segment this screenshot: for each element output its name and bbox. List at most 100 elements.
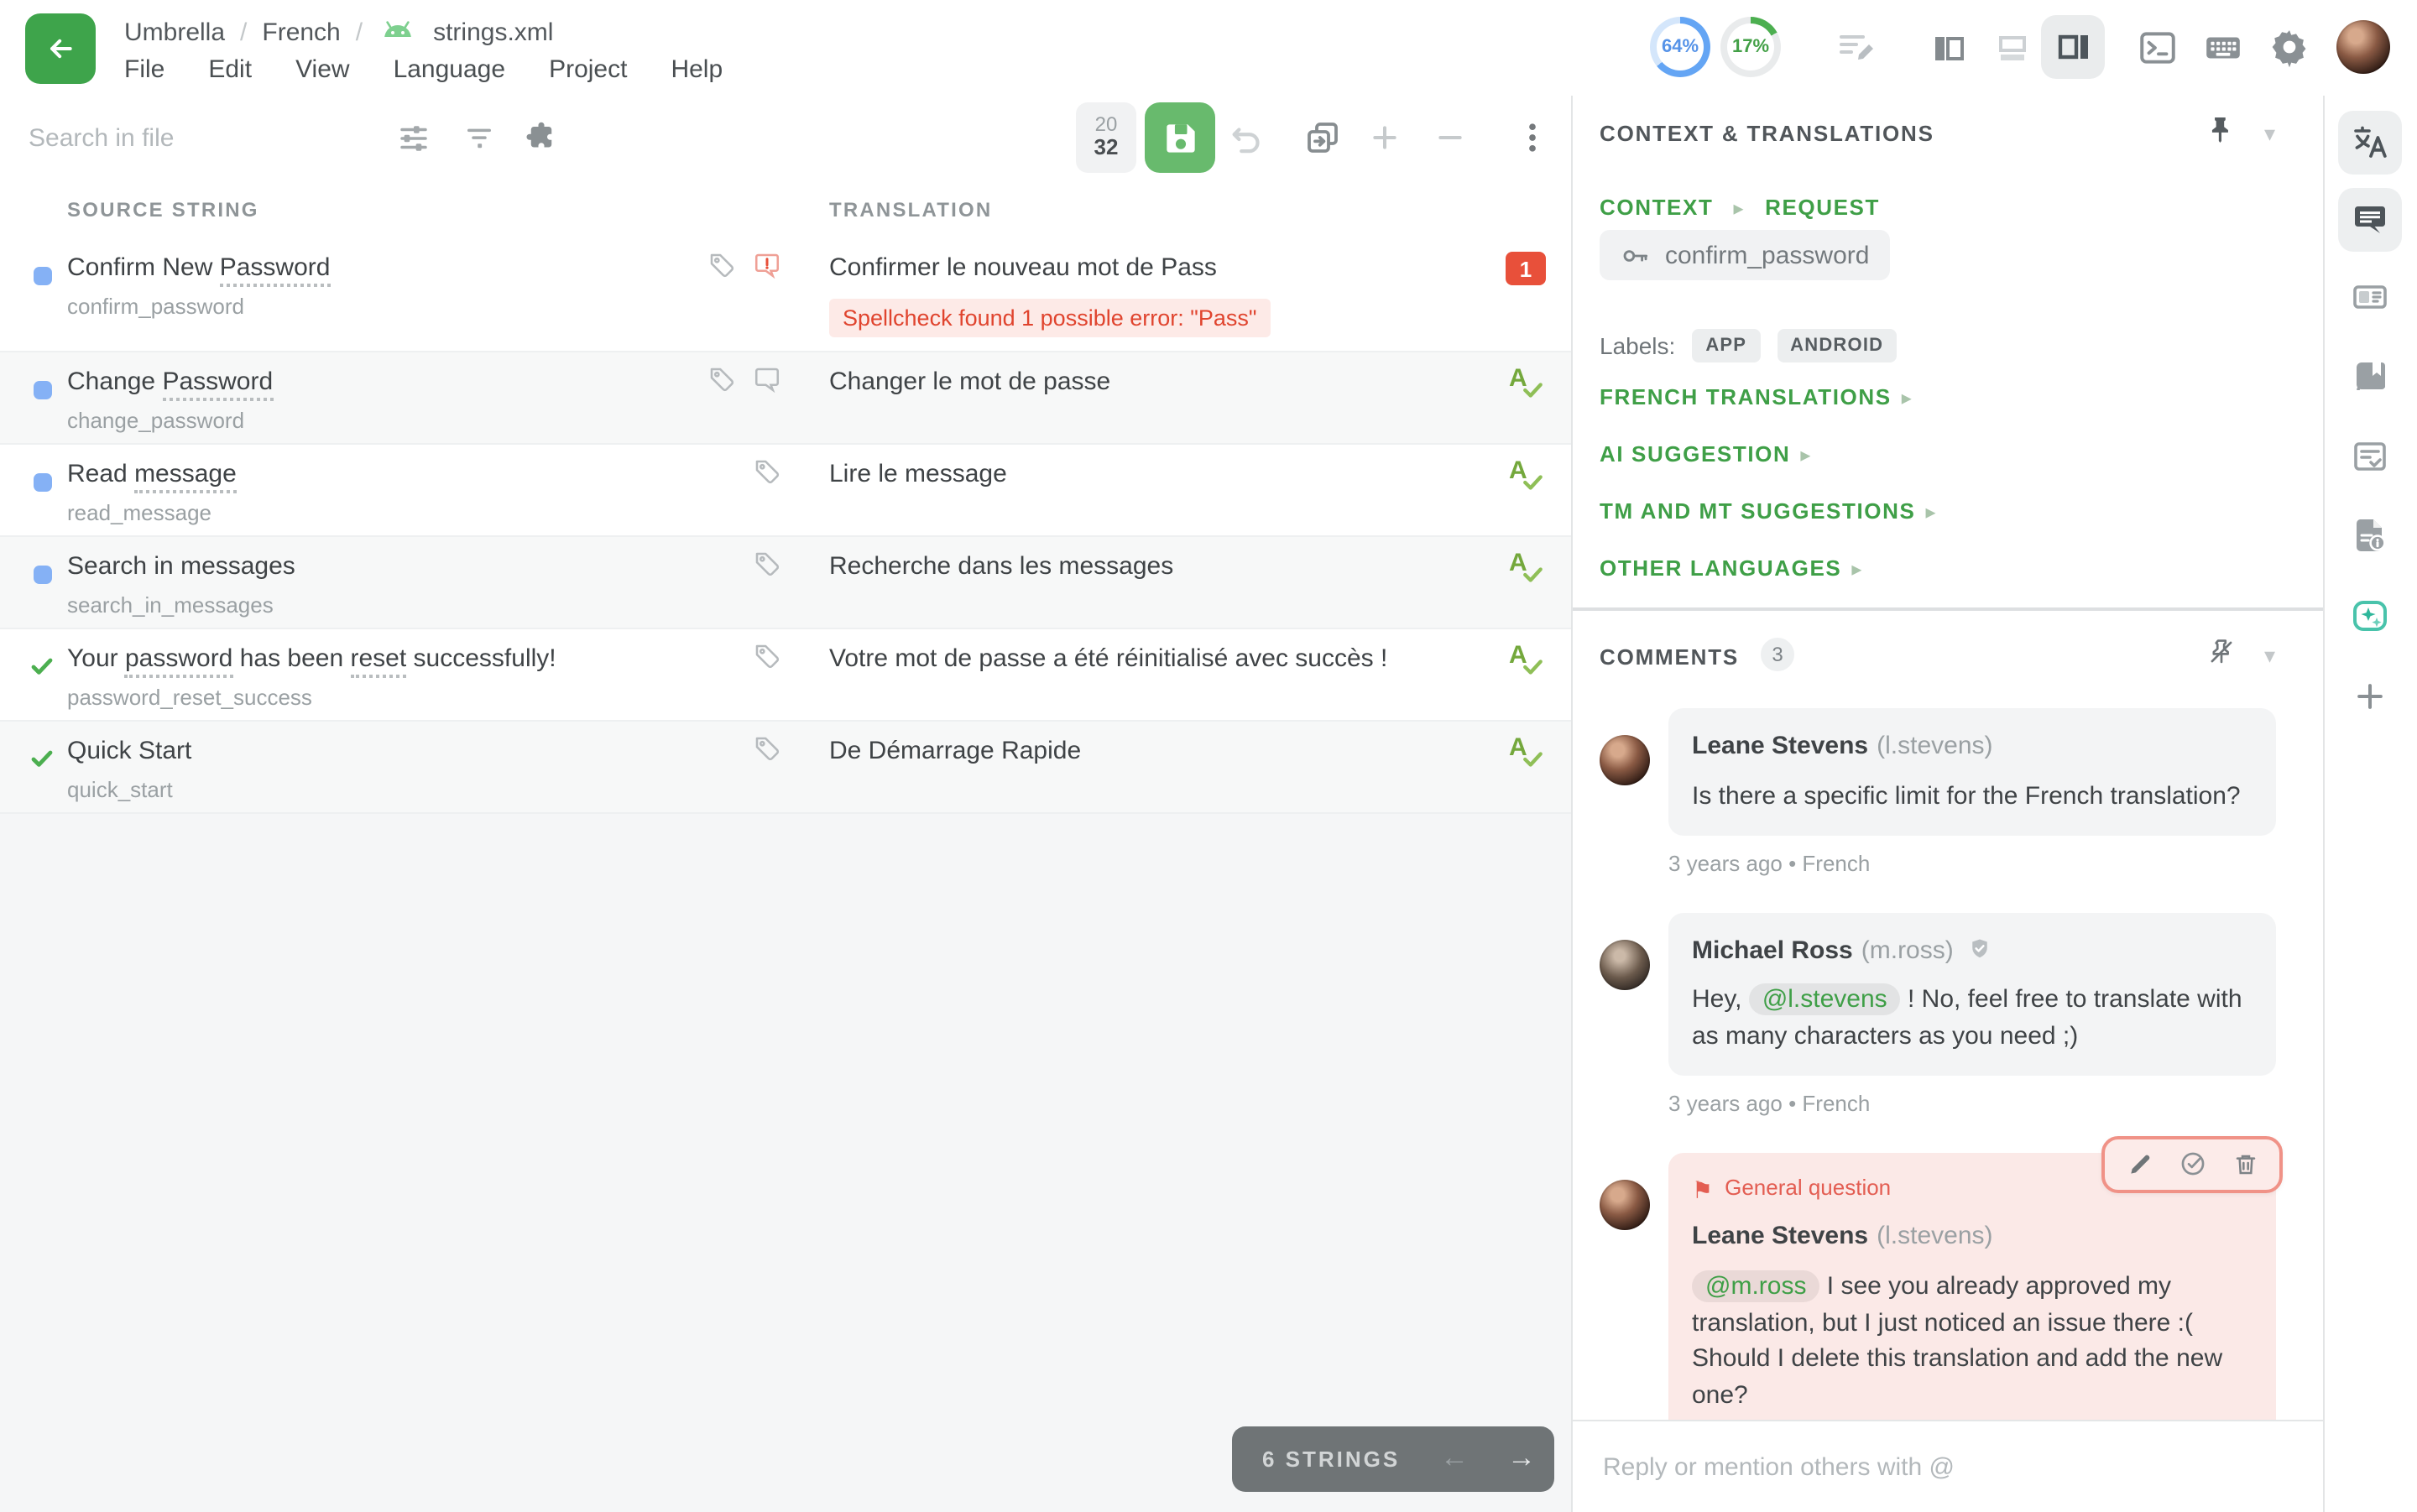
context-translations-panel: CONTEXT & TRANSLATIONS ▾ CONTEXT ▸ REQUE… xyxy=(1571,96,2325,1512)
menu-language[interactable]: Language xyxy=(394,55,506,84)
console-button[interactable] xyxy=(2137,27,2179,69)
translation-text: Votre mot de passe a été réinitialisé av… xyxy=(829,644,1387,673)
approved-check-icon: A xyxy=(1509,364,1546,401)
mention-pill[interactable]: @m.ross xyxy=(1692,1270,1819,1302)
strings-count-label: 6 STRINGS xyxy=(1262,1447,1400,1472)
list-check-icon xyxy=(2350,436,2390,477)
comment-icon xyxy=(2350,200,2390,240)
breadcrumb-project[interactable]: Umbrella xyxy=(124,18,225,46)
translated-progress-ring[interactable]: 64% xyxy=(1650,17,1710,77)
previous-page-button[interactable]: ← xyxy=(1430,1440,1479,1477)
rail-context-card-button[interactable] xyxy=(2338,265,2402,329)
tag-icon[interactable] xyxy=(707,250,737,280)
string-row-confirm-password[interactable]: Confirm New Password confirm_password Co… xyxy=(0,238,1571,352)
comment-bubble-icon[interactable] xyxy=(752,364,782,394)
mention-pill[interactable]: @l.stevens xyxy=(1749,984,1901,1016)
collapse-panel-button[interactable]: ▾ xyxy=(2264,121,2275,148)
section-label: OTHER LANGUAGES xyxy=(1600,555,1841,581)
layout-left-panel-toggle[interactable] xyxy=(1929,29,1969,69)
approved-progress-value: 17% xyxy=(1732,37,1769,57)
plus-icon xyxy=(1368,121,1402,154)
collapse-comments-button[interactable]: ▾ xyxy=(2264,643,2275,670)
menu-project[interactable]: Project xyxy=(549,55,627,84)
translation-text: De Démarrage Rapide xyxy=(829,737,1081,765)
rail-ai-button[interactable] xyxy=(2338,584,2402,648)
tag-icon[interactable] xyxy=(752,733,782,764)
layout-bottom-panel-toggle[interactable] xyxy=(1992,29,2033,69)
string-row-read-message[interactable]: Read message read_message Lire le messag… xyxy=(0,445,1571,537)
advanced-filter-button[interactable] xyxy=(396,121,431,156)
string-row-quick-start[interactable]: Quick Start quick_start De Démarrage Rap… xyxy=(0,722,1571,814)
tag-icon[interactable] xyxy=(752,456,782,487)
label-chip-android[interactable]: ANDROID xyxy=(1777,329,1897,362)
issue-comment-icon[interactable] xyxy=(752,250,782,280)
resolve-comment-button[interactable] xyxy=(2178,1150,2206,1179)
chevron-right-icon: ▸ xyxy=(1851,557,1863,581)
string-position-counter[interactable]: 20 32 xyxy=(1076,102,1136,173)
unpin-comments-button[interactable] xyxy=(2206,636,2237,668)
delete-comment-button[interactable] xyxy=(2232,1151,2258,1178)
rail-comments-button[interactable] xyxy=(2338,188,2402,252)
keyboard-shortcuts-button[interactable] xyxy=(2202,27,2244,69)
rail-file-info-button[interactable] xyxy=(2338,503,2402,567)
tag-icon[interactable] xyxy=(707,364,737,394)
layout-right-panel-toggle[interactable] xyxy=(2041,15,2105,79)
chevron-right-icon: ▸ xyxy=(1925,500,1937,524)
string-row-change-password[interactable]: Change Password change_password Changer … xyxy=(0,352,1571,445)
menu-view[interactable]: View xyxy=(295,55,350,84)
user-avatar[interactable] xyxy=(2336,20,2390,74)
search-input[interactable] xyxy=(25,96,368,180)
translated-status-icon xyxy=(34,473,52,492)
menu-help[interactable]: Help xyxy=(671,55,723,84)
sort-filter-button[interactable] xyxy=(462,121,497,156)
undo-button[interactable] xyxy=(1227,119,1266,158)
next-page-button[interactable]: → xyxy=(1497,1440,1546,1477)
label-chip-app[interactable]: APP xyxy=(1692,329,1760,362)
rail-translations-button[interactable] xyxy=(2338,111,2402,175)
tab-request[interactable]: REQUEST xyxy=(1765,195,1880,220)
pin-panel-button[interactable] xyxy=(2206,114,2237,146)
string-key-chip[interactable]: confirm_password xyxy=(1600,230,1889,280)
back-button[interactable] xyxy=(25,13,96,84)
rail-approvals-button[interactable] xyxy=(2338,425,2402,488)
tab-context[interactable]: CONTEXT xyxy=(1600,195,1713,220)
add-string-button[interactable] xyxy=(1368,121,1402,154)
more-menu-button[interactable] xyxy=(1514,119,1551,156)
section-tm-mt-suggestions[interactable]: TM AND MT SUGGESTIONS▸ xyxy=(1600,498,1937,524)
plugins-button[interactable] xyxy=(524,121,559,156)
section-other-languages[interactable]: OTHER LANGUAGES ▸ xyxy=(1600,555,1863,581)
panel-divider xyxy=(1573,607,2323,611)
edit-comment-button[interactable] xyxy=(2126,1151,2153,1178)
tag-icon[interactable] xyxy=(752,641,782,671)
section-french-translations[interactable]: FRENCH TRANSLATIONS▸ xyxy=(1600,384,1913,409)
copy-source-button[interactable] xyxy=(1302,117,1343,158)
notes-editor-button[interactable] xyxy=(1836,27,1877,67)
breadcrumb-separator: / xyxy=(356,18,363,46)
string-row-search-in-messages[interactable]: Search in messages search_in_messages Re… xyxy=(0,537,1571,629)
issues-count-badge: 1 xyxy=(1506,252,1546,285)
android-icon xyxy=(378,18,418,46)
tag-icon[interactable] xyxy=(752,549,782,579)
approved-progress-ring[interactable]: 17% xyxy=(1720,17,1781,77)
rail-add-panel-button[interactable] xyxy=(2338,665,2402,728)
menu-edit[interactable]: Edit xyxy=(208,55,252,84)
source-text: Your password has been reset successfull… xyxy=(67,644,556,673)
strings-toolbar: 20 32 xyxy=(0,96,1571,181)
labels-row: Labels: APP ANDROID xyxy=(1600,329,1897,362)
done-status-check-icon xyxy=(29,745,55,772)
remove-string-button[interactable] xyxy=(1433,121,1467,154)
menu-file[interactable]: File xyxy=(124,55,164,84)
settings-button[interactable] xyxy=(2268,25,2311,69)
chevron-right-icon: ▸ xyxy=(1733,196,1745,219)
card-info-icon xyxy=(2350,277,2390,317)
comment-author: Leane Stevens xyxy=(1692,1222,1868,1250)
section-label: FRENCH TRANSLATIONS xyxy=(1600,384,1892,409)
section-ai-suggestion[interactable]: AI SUGGESTION▸ xyxy=(1600,441,1812,467)
string-row-password-reset-success[interactable]: Your password has been reset successfull… xyxy=(0,629,1571,722)
translate-icon xyxy=(2350,123,2390,163)
breadcrumb-language[interactable]: French xyxy=(262,18,340,46)
rail-glossary-button[interactable] xyxy=(2338,346,2402,409)
breadcrumb-file[interactable]: strings.xml xyxy=(433,18,553,46)
save-button[interactable] xyxy=(1145,102,1215,173)
reply-input[interactable] xyxy=(1600,1421,2278,1512)
